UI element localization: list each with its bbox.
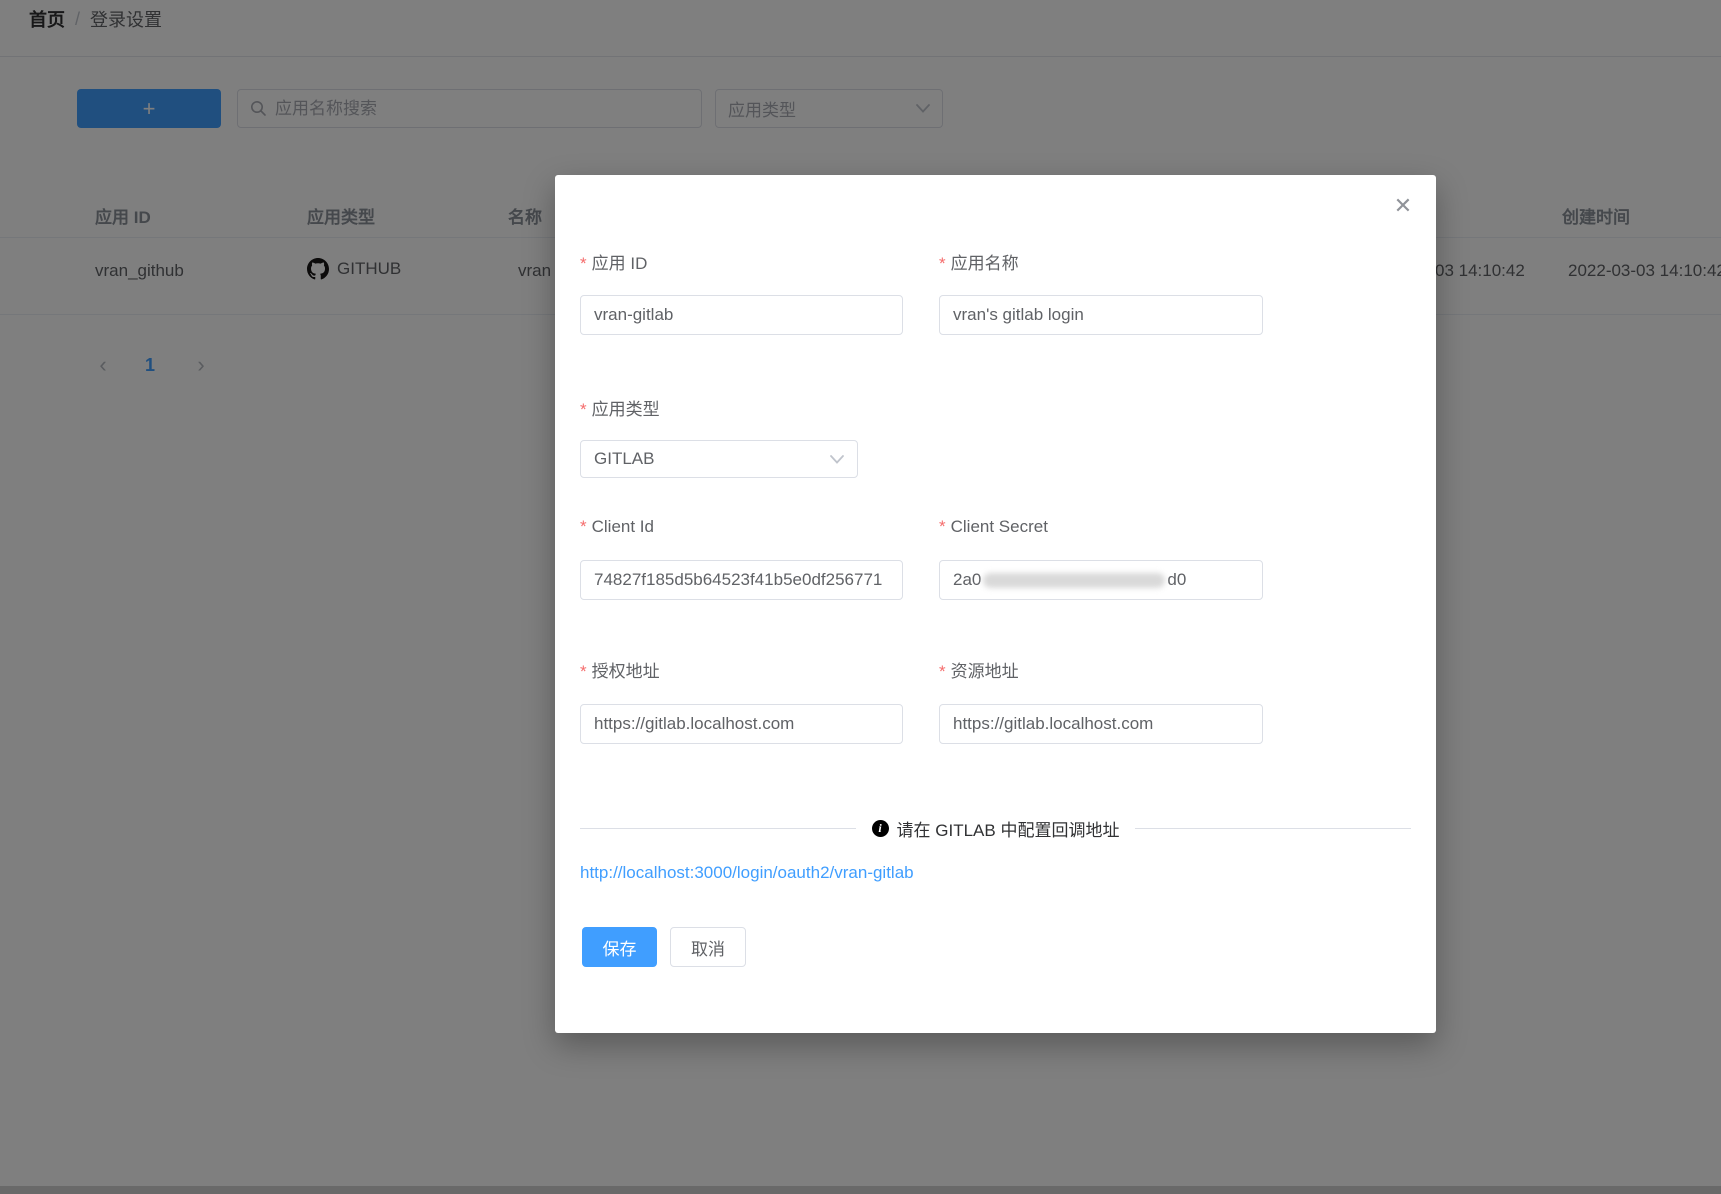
callback-note-text: 请在 GITLAB 中配置回调地址 <box>897 816 1120 841</box>
app-id-field[interactable] <box>580 295 903 335</box>
client-secret-label: *Client Secret <box>939 517 1048 537</box>
divider-line <box>1135 828 1411 829</box>
chevron-down-icon <box>830 455 844 464</box>
info-icon <box>872 820 889 837</box>
app-name-label: *应用名称 <box>939 249 1019 274</box>
app-name-field[interactable] <box>939 295 1263 335</box>
client-secret-redacted <box>983 573 1165 588</box>
client-id-field[interactable] <box>580 560 903 600</box>
cancel-button[interactable]: 取消 <box>670 927 746 967</box>
app-type-select-value: GITLAB <box>594 449 654 469</box>
auth-url-label: *授权地址 <box>580 657 660 682</box>
required-mark: * <box>939 517 946 536</box>
required-mark: * <box>580 254 587 273</box>
client-id-label: *Client Id <box>580 517 654 537</box>
required-mark: * <box>939 662 946 681</box>
client-secret-start: 2a0 <box>953 570 981 590</box>
divider-line <box>580 828 856 829</box>
app-type-select[interactable]: GITLAB <box>580 440 858 478</box>
page-bottom-edge <box>0 1186 1721 1194</box>
app-id-label: *应用 ID <box>580 249 647 274</box>
save-button[interactable]: 保存 <box>582 927 657 967</box>
callback-note-divider: 请在 GITLAB 中配置回调地址 <box>580 815 1411 841</box>
app-type-label: *应用类型 <box>580 395 660 420</box>
required-mark: * <box>580 662 587 681</box>
close-icon[interactable] <box>1390 193 1416 219</box>
auth-url-field[interactable] <box>580 704 903 744</box>
required-mark: * <box>939 254 946 273</box>
client-secret-field[interactable]: 2a0 d0 <box>939 560 1263 600</box>
required-mark: * <box>580 400 587 419</box>
edit-login-app-dialog: *应用 ID *应用名称 *应用类型 GITLAB *Client Id *Cl… <box>555 175 1436 1033</box>
resource-url-field[interactable] <box>939 704 1263 744</box>
client-secret-end: d0 <box>1167 570 1186 590</box>
resource-url-label: *资源地址 <box>939 657 1019 682</box>
callback-url-link[interactable]: http://localhost:3000/login/oauth2/vran-… <box>580 863 914 883</box>
required-mark: * <box>580 517 587 536</box>
